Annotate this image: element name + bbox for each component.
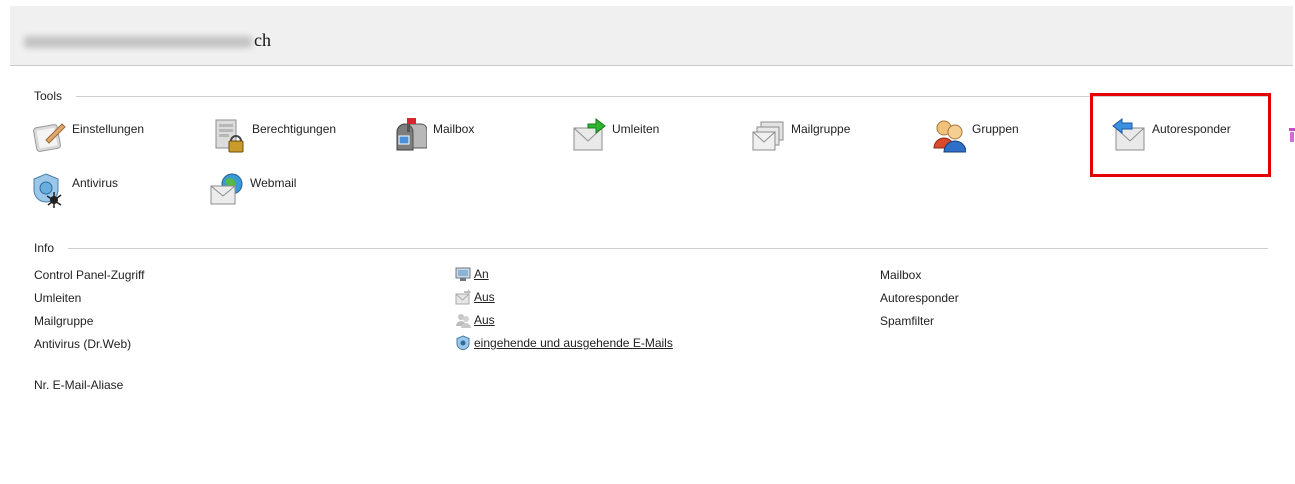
info-label-mailgruppe: Mailgruppe [34,314,94,328]
tool-label: Gruppen [972,122,1019,136]
redacted-email-blur [24,35,252,48]
forwarding-status-link[interactable]: Aus [474,290,495,304]
webmail-icon [210,173,243,205]
antivirus-mode-link[interactable]: eingehende und ausgehende E-Mails [474,336,673,350]
antivirus-icon [33,173,62,208]
partial-tool-icon[interactable] [1287,120,1295,146]
info-right-spamfilter: Spamfilter [880,314,935,328]
settings-icon [33,123,66,152]
info-value-control-panel: An [455,266,489,282]
mail-group-status-link[interactable]: Aus [474,313,495,327]
info-right-mailbox: Mailbox [880,268,922,282]
info-label-email-aliases: Nr. E-Mail-Aliase [34,378,124,392]
control-panel-icon [455,267,471,281]
info-section-title: Info [34,241,55,255]
highlight-box [1090,93,1271,177]
tool-label: Mailbox [433,122,475,136]
tool-label: Mailgruppe [791,122,851,136]
email-domain-suffix: ch [254,30,271,50]
tool-antivirus[interactable]: Antivirus [32,172,118,208]
info-label-control-panel: Control Panel-Zugriff [34,268,145,282]
tool-umleiten[interactable]: Umleiten [572,118,659,154]
tool-mailgruppe[interactable]: Mailgruppe [751,118,850,154]
tools-section-title: Tools [34,89,63,103]
tool-webmail[interactable]: Webmail [210,172,296,208]
info-right-autoresponder: Autoresponder [880,291,959,305]
tool-label: Einstellungen [72,122,145,136]
info-value-umleiten: Aus [455,289,495,305]
tool-mailbox[interactable]: Mailbox [393,118,474,154]
forward-mail-icon [573,118,606,151]
info-value-mailgruppe: Aus [455,312,495,328]
info-label-umleiten: Umleiten [34,291,82,305]
control-panel-access-link[interactable]: An [474,267,489,281]
tool-label: Antivirus [72,176,119,190]
groups-icon [933,120,966,153]
tool-label: Umleiten [612,122,660,136]
mail-group-icon [752,121,784,151]
tool-label: Berechtigungen [252,122,337,136]
mailbox-icon [396,118,427,151]
tool-berechtigungen[interactable]: Berechtigungen [212,118,336,154]
tool-einstellungen[interactable]: Einstellungen [32,118,144,154]
permissions-icon [215,119,244,153]
info-label-antivirus: Antivirus (Dr.Web) [34,337,132,351]
forward-mail-small-icon [455,289,471,305]
tool-gruppen[interactable]: Gruppen [932,118,1019,154]
antivirus-small-icon [456,335,470,351]
account-email: ch [24,30,271,51]
info-divider [68,248,1268,249]
tool-label: Webmail [250,176,297,190]
mail-group-small-icon [456,314,471,328]
info-value-antivirus: eingehende und ausgehende E-Mails [455,335,673,351]
